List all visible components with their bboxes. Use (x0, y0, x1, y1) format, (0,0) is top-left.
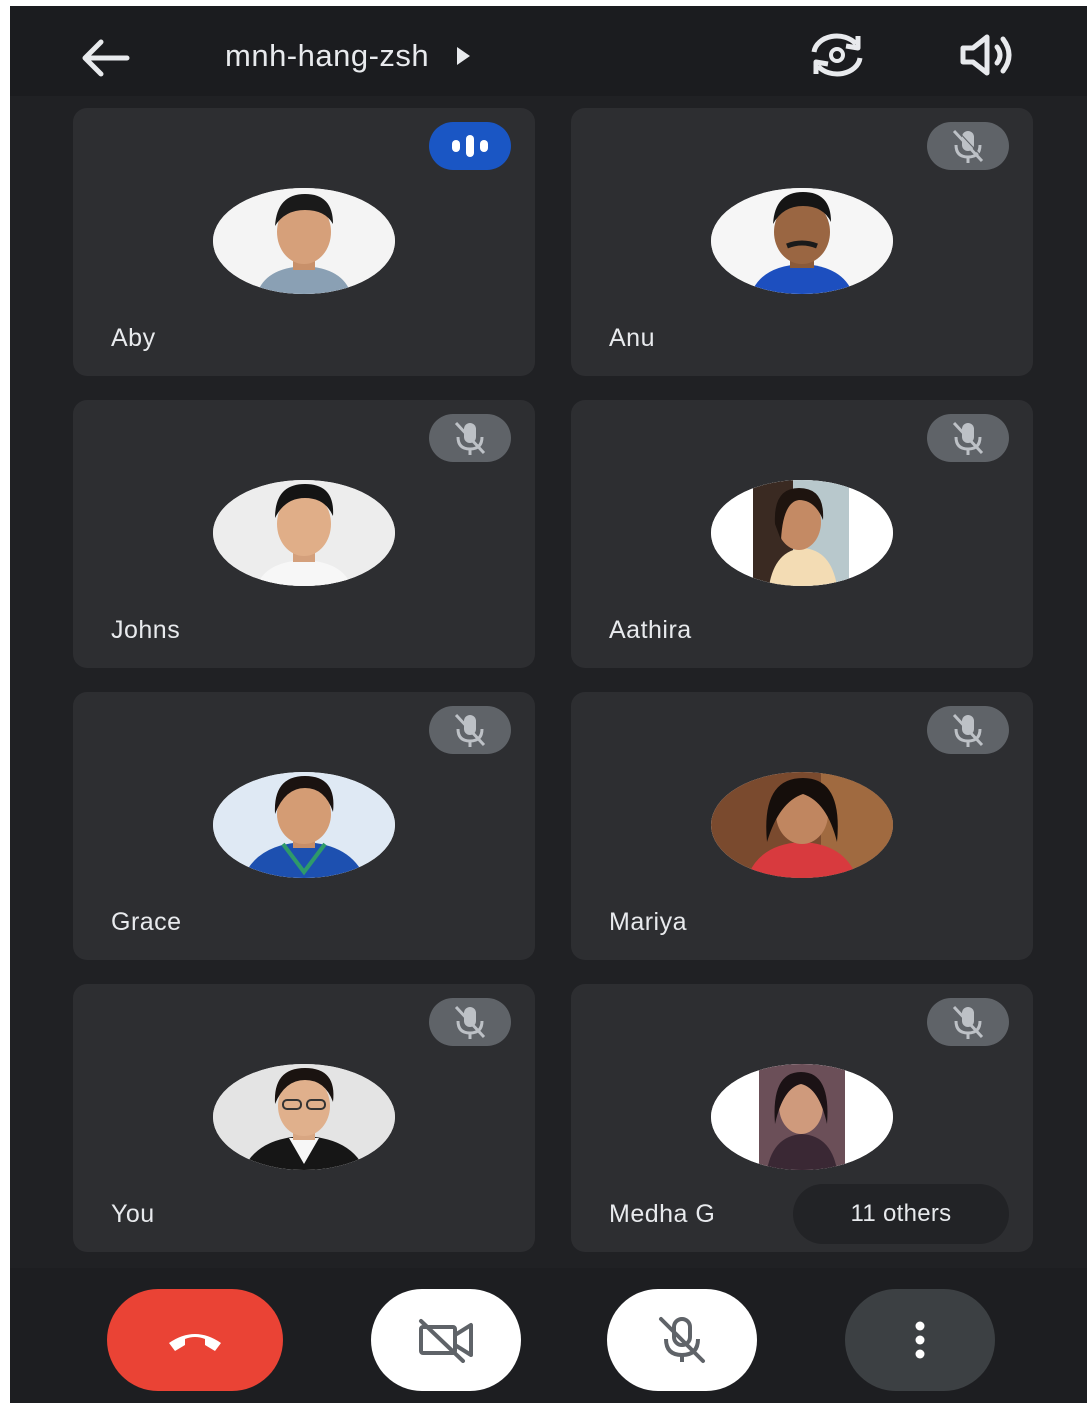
participant-name: Aby (111, 324, 156, 352)
meeting-code: mnh-hang-zsh (225, 38, 430, 73)
avatar (213, 1064, 395, 1170)
end-call-button[interactable] (107, 1289, 283, 1391)
mic-off-icon (927, 122, 1009, 170)
participant-tile-aathira[interactable]: Aathira (571, 400, 1033, 668)
mic-off-icon (659, 1317, 705, 1363)
participant-tile-aby[interactable]: Aby (73, 108, 535, 376)
avatar (213, 188, 395, 294)
mic-off-icon (429, 998, 511, 1046)
mic-off-icon (927, 414, 1009, 462)
others-button[interactable]: 11 others (793, 1184, 1009, 1244)
mic-off-icon (429, 706, 511, 754)
flip-camera-icon (811, 33, 863, 77)
mic-off-icon (927, 706, 1009, 754)
top-bar: mnh-hang-zsh (10, 6, 1087, 96)
participant-name: Aathira (609, 616, 692, 644)
mic-off-icon (429, 414, 511, 462)
avatar (711, 188, 893, 294)
participant-name: Mariya (609, 908, 688, 936)
participant-tile-grace[interactable]: Grace (73, 692, 535, 960)
participant-tile-anu[interactable]: Anu (571, 108, 1033, 376)
flip-camera-button[interactable] (802, 28, 872, 82)
avatar (711, 480, 893, 586)
participant-tile-you[interactable]: You (73, 984, 535, 1252)
participant-name: Medha G (609, 1200, 716, 1228)
arrow-back-icon (82, 39, 130, 77)
speaking-indicator-icon (429, 122, 511, 170)
avatar (213, 480, 395, 586)
more-options-button[interactable] (845, 1289, 995, 1391)
play-arrow-icon (457, 47, 471, 65)
participant-name: Anu (609, 324, 655, 352)
meet-screen: mnh-hang-zsh Aby Anu Johns Aathira Grace… (10, 6, 1087, 1403)
participant-name: Grace (111, 908, 182, 936)
volume-icon (960, 34, 1012, 76)
avatar (711, 1064, 893, 1170)
call-end-icon (169, 1334, 221, 1351)
microphone-toggle-button[interactable] (607, 1289, 757, 1391)
participant-tile-mariya[interactable]: Mariya (571, 692, 1033, 960)
camera-toggle-button[interactable] (371, 1289, 521, 1391)
videocam-off-icon (419, 1319, 473, 1363)
participant-tile-medha-g[interactable]: Medha G 11 others (571, 984, 1033, 1252)
meeting-title[interactable]: mnh-hang-zsh (225, 34, 471, 78)
speaker-button[interactable] (952, 28, 1022, 82)
mic-off-icon (927, 998, 1009, 1046)
avatar (711, 772, 893, 878)
participant-name: Johns (111, 616, 181, 644)
avatar (213, 772, 395, 878)
more-vert-icon (915, 1321, 925, 1359)
participant-tile-johns[interactable]: Johns (73, 400, 535, 668)
back-button[interactable] (76, 32, 132, 84)
participant-name: You (111, 1200, 155, 1228)
